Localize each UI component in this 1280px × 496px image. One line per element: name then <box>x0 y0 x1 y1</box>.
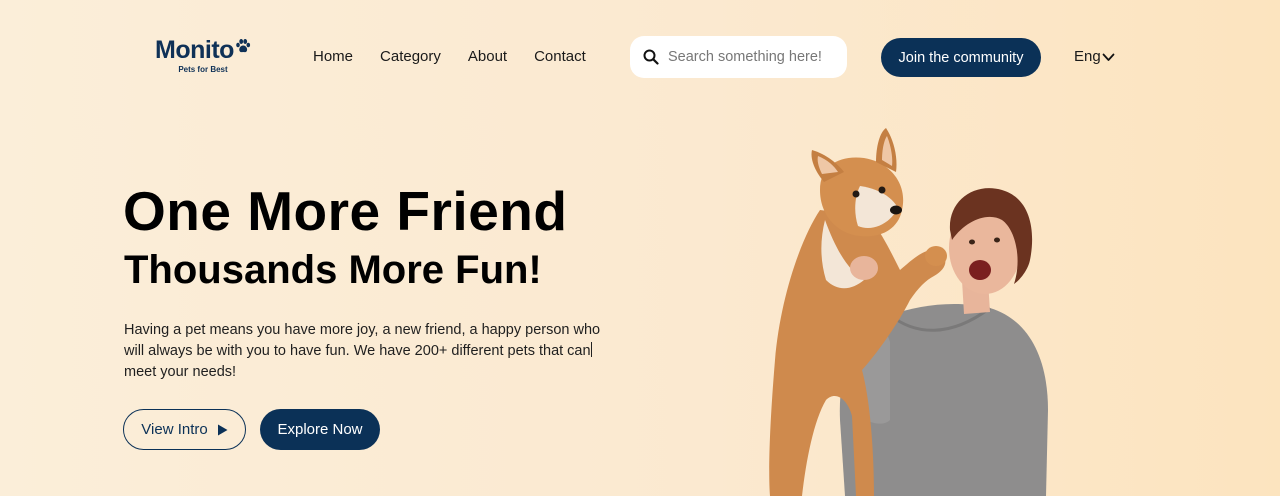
explore-now-button[interactable]: Explore Now <box>260 409 380 450</box>
hero-description-part2: meet your needs! <box>124 364 237 380</box>
search-box[interactable] <box>630 36 847 78</box>
search-icon <box>643 49 659 65</box>
hero-description: Having a pet means you have more joy, a … <box>124 320 619 383</box>
chevron-down-icon <box>1102 53 1115 61</box>
nav-about[interactable]: About <box>468 47 507 67</box>
logo[interactable]: Monito Pets for Best <box>153 36 253 75</box>
nav-home[interactable]: Home <box>313 47 353 67</box>
nav-category[interactable]: Category <box>380 47 441 67</box>
logo-wordmark: Monito <box>155 36 234 64</box>
play-icon <box>217 424 228 435</box>
logo-tagline: Pets for Best <box>178 65 228 74</box>
language-label: Eng <box>1074 48 1101 65</box>
view-intro-button[interactable]: View Intro <box>123 409 246 450</box>
search-input[interactable] <box>668 49 843 65</box>
hero-description-part1: Having a pet means you have more joy, a … <box>124 322 601 359</box>
hero-image <box>769 128 1048 496</box>
join-community-button[interactable]: Join the community <box>881 38 1041 77</box>
view-intro-label: View Intro <box>141 421 208 438</box>
language-selector[interactable]: Eng <box>1074 47 1115 67</box>
hero-subtitle: Thousands More Fun! <box>124 248 542 292</box>
text-cursor <box>590 342 592 357</box>
hero-title: One More Friend <box>123 180 568 242</box>
paw-icon <box>236 39 251 53</box>
nav-contact[interactable]: Contact <box>534 47 586 67</box>
main-nav: Home Category About Contact <box>313 47 586 67</box>
